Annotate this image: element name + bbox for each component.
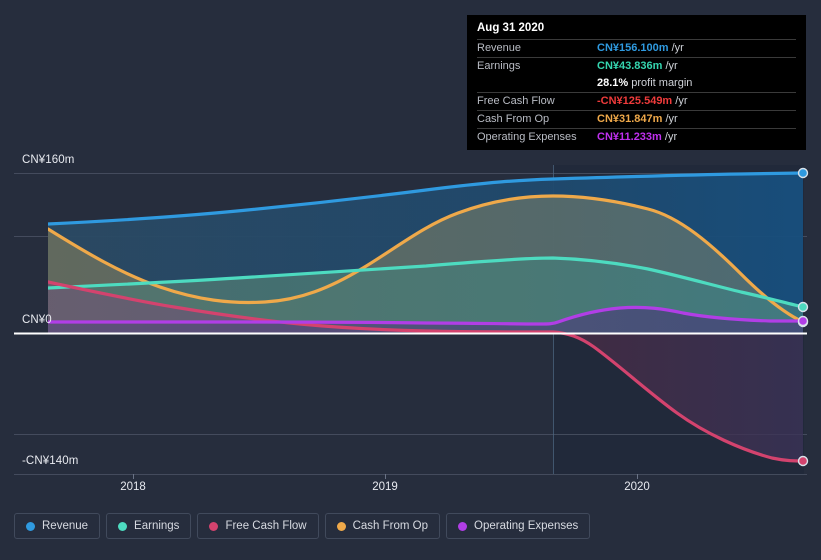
- tooltip-num-revenue: CN¥156.100m: [597, 42, 669, 54]
- tooltip-row-cash-from-op: Cash From Op CN¥31.847m /yr: [477, 110, 796, 128]
- tooltip-unit-operating-expenses: /yr: [664, 131, 678, 143]
- y-axis-label-bottom: -CN¥140m: [22, 455, 79, 467]
- legend-dot-earnings-icon: [118, 521, 128, 531]
- tooltip-row-earnings: Earnings CN¥43.836m /yr: [477, 57, 796, 75]
- legend-label-cash-from-op: Cash From Op: [352, 520, 429, 532]
- endpoint-operating-expenses: [797, 315, 809, 327]
- tooltip-unit-cash-from-op: /yr: [665, 113, 678, 125]
- legend-dot-operating-expenses-icon: [458, 521, 468, 531]
- tooltip-num-operating-expenses: CN¥11.233m: [597, 131, 662, 143]
- legend-dot-cash-from-op-icon: [336, 521, 346, 531]
- legend-item-cash-from-op[interactable]: Cash From Op: [324, 513, 441, 539]
- tooltip-value-free-cash-flow: -CN¥125.549m /yr: [597, 93, 796, 110]
- tooltip-date: Aug 31 2020: [477, 22, 545, 34]
- tooltip-key-operating-expenses: Operating Expenses: [477, 131, 577, 143]
- legend-item-revenue[interactable]: Revenue: [14, 513, 101, 539]
- tooltip-num-profit-margin: 28.1%: [597, 77, 629, 89]
- x-axis-label-2019: 2019: [372, 481, 398, 493]
- financial-chart-page: CN¥160m CN¥0 -CN¥140m 2018 2019 2020 Aug…: [0, 0, 821, 560]
- legend-item-earnings[interactable]: Earnings: [106, 513, 192, 539]
- tooltip-row-revenue: Revenue CN¥156.100m /yr: [477, 39, 796, 57]
- chart-legend: Revenue Earnings Free Cash Flow Cash Fro…: [14, 513, 591, 539]
- tooltip-unit-earnings: /yr: [665, 60, 678, 72]
- x-axis-label-2018: 2018: [120, 481, 146, 493]
- tooltip-unit-profit-margin: profit margin: [631, 77, 693, 89]
- tooltip-row-operating-expenses: Operating Expenses CN¥11.233m /yr: [477, 128, 796, 146]
- tooltip-value-profit-margin: 28.1% profit margin: [597, 75, 796, 92]
- tooltip-value-earnings: CN¥43.836m /yr: [597, 58, 796, 75]
- tooltip-row-free-cash-flow: Free Cash Flow -CN¥125.549m /yr: [477, 92, 796, 110]
- hover-tooltip: Aug 31 2020 Revenue CN¥156.100m /yr Earn…: [467, 15, 806, 150]
- tooltip-unit-free-cash-flow: /yr: [675, 95, 688, 107]
- endpoint-revenue: [797, 167, 809, 179]
- y-axis-label-top: CN¥160m: [22, 154, 75, 166]
- legend-label-earnings: Earnings: [134, 520, 180, 532]
- legend-label-operating-expenses: Operating Expenses: [474, 520, 579, 532]
- tooltip-value-cash-from-op: CN¥31.847m /yr: [597, 111, 796, 128]
- y-axis-label-zero: CN¥0: [22, 314, 52, 326]
- tooltip-key-revenue: Revenue: [477, 42, 522, 54]
- tooltip-unit-revenue: /yr: [671, 42, 684, 54]
- tooltip-num-cash-from-op: CN¥31.847m: [597, 113, 663, 125]
- legend-label-free-cash-flow: Free Cash Flow: [225, 520, 307, 532]
- legend-dot-revenue-icon: [26, 521, 35, 531]
- endpoint-free-cash-flow: [797, 455, 809, 467]
- tooltip-row-profit-margin: 28.1% profit margin: [477, 75, 796, 92]
- legend-item-free-cash-flow[interactable]: Free Cash Flow: [197, 513, 319, 539]
- tooltip-num-earnings: CN¥43.836m: [597, 60, 663, 72]
- legend-item-operating-expenses[interactable]: Operating Expenses: [446, 513, 591, 539]
- tooltip-value-operating-expenses: CN¥11.233m /yr: [597, 129, 796, 146]
- legend-dot-free-cash-flow-icon: [209, 521, 219, 531]
- x-axis-label-2020: 2020: [624, 481, 650, 493]
- tooltip-num-free-cash-flow: -CN¥125.549m: [597, 95, 673, 107]
- tooltip-key-earnings: Earnings: [477, 60, 521, 72]
- tooltip-key-free-cash-flow: Free Cash Flow: [477, 95, 555, 107]
- tooltip-key-cash-from-op: Cash From Op: [477, 113, 550, 125]
- endpoint-earnings: [797, 301, 809, 313]
- legend-label-revenue: Revenue: [42, 520, 89, 532]
- tooltip-value-revenue: CN¥156.100m /yr: [597, 40, 796, 57]
